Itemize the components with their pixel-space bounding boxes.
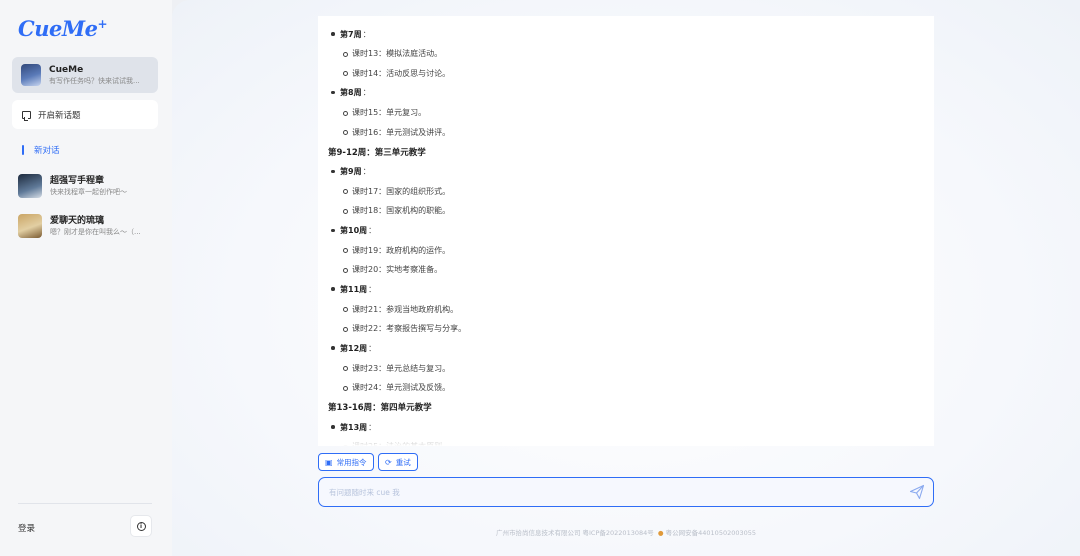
footer-police: 粤公网安备44010502003055	[665, 529, 757, 537]
row-text: 课时21：参观当地政府机构。	[352, 304, 459, 314]
active-indicator	[22, 145, 24, 155]
command-icon: ▣	[325, 457, 333, 467]
section-heading: 第13-16周：第四单元教学	[318, 400, 432, 414]
lesson-item: 课时17：国家的组织形式。	[318, 184, 450, 198]
sidebar: CueMe+ CueMe 有写作任务吗？快来试试我... 开启新话题 新对话 超…	[0, 0, 172, 556]
section-heading: 第9-12周：第三单元教学	[318, 145, 426, 159]
bot-subtitle: 嗯？刚才是你在叫我么～（...	[50, 228, 141, 236]
police-badge-icon: ●	[657, 529, 664, 537]
row-text: 课时14：活动反思与讨论。	[352, 68, 451, 78]
week-item: 第12周：	[318, 341, 376, 355]
row-colon: ：	[362, 29, 371, 39]
bot-subtitle: 快来找程章一起创作吧～	[50, 188, 127, 196]
lesson-item: 课时18：国家机构的职能。	[318, 204, 450, 218]
row-text: 第12周	[340, 343, 368, 353]
row-text: 课时18：国家机构的职能。	[352, 206, 451, 216]
row-text: 第10周	[340, 226, 368, 235]
chat-bubble-icon	[22, 110, 31, 121]
week-item: 第8周：	[318, 86, 371, 100]
sidebar-item-new-dialog[interactable]: 新对话	[22, 144, 60, 156]
logo-text: CueMe	[18, 16, 98, 41]
row-text: 课时24：单元测试及反馈。	[352, 383, 451, 393]
logo-plus: +	[97, 17, 108, 31]
row-text: 课时22：考察报告撰写与分享。	[352, 324, 467, 334]
divider	[18, 503, 152, 504]
lesson-item: 课时16：单元测试及讲评。	[318, 125, 450, 139]
message-content: 第7周：课时13：模拟法庭活动。 课时14：活动反思与讨论。 第8周：课时15：单元…	[318, 16, 934, 446]
row-colon: ：	[362, 167, 371, 177]
retry-button[interactable]: ⟳ 重试	[378, 453, 418, 471]
lesson-item: 课时14：活动反思与讨论。	[318, 66, 450, 80]
row-text: 第13-16周：第四单元教学	[328, 403, 432, 414]
lesson-item: 课时15：单元复习。	[318, 106, 426, 120]
refresh-icon: ⟳	[385, 457, 392, 467]
row-text: 第11周	[340, 284, 368, 294]
row-text: 课时19：政府机构的运作。	[352, 245, 451, 255]
row-text: 第9-12周：第三单元教学	[328, 147, 426, 158]
lesson-item: 课时22：考察报告撰写与分享。	[318, 322, 466, 336]
new-dialog-label: 新对话	[34, 146, 60, 156]
bot-name: CueMe	[49, 65, 84, 75]
scroll-fade	[318, 432, 934, 446]
info-button[interactable]: i	[130, 515, 152, 537]
row-text: 第9周	[340, 167, 362, 177]
row-text: 第13周	[340, 422, 368, 432]
row-colon: ：	[368, 284, 377, 294]
common-commands-label: 常用指令	[336, 457, 367, 467]
bot-subtitle: 有写作任务吗？快来试试我...	[49, 77, 140, 85]
sidebar-item-chat-bot[interactable]: 爱聊天的琉璃 嗯？刚才是你在叫我么～（...	[12, 211, 162, 241]
logo[interactable]: CueMe+	[18, 16, 107, 41]
lesson-item: 课时20：实地考察准备。	[318, 263, 442, 277]
avatar	[18, 214, 42, 238]
lesson-item: 课时19：政府机构的运作。	[318, 243, 450, 257]
lesson-item: 课时21：参观当地政府机构。	[318, 302, 458, 316]
row-text: 第8周	[340, 88, 362, 98]
avatar	[18, 174, 42, 198]
row-text: 课时15：单元复习。	[352, 108, 427, 118]
lesson-item: 课时23：单元总结与复习。	[318, 361, 450, 375]
bot-name: 爱聊天的琉璃	[50, 216, 105, 226]
bot-name: 超强写手程章	[50, 176, 105, 186]
message-input[interactable]	[329, 484, 889, 500]
info-icon: i	[136, 521, 146, 531]
row-text: 课时17：国家的组织形式。	[352, 186, 451, 196]
main-area: 第7周：课时13：模拟法庭活动。 课时14：活动反思与讨论。 第8周：课时15：单元…	[172, 0, 1080, 556]
week-item: 第7周：	[318, 27, 371, 41]
login-link[interactable]: 登录	[18, 522, 35, 534]
row-text: 课时13：模拟法庭活动。	[352, 49, 443, 59]
week-item: 第11周：	[318, 282, 376, 296]
new-topic-label: 开启新话题	[38, 110, 81, 121]
row-colon: ：	[368, 226, 377, 235]
row-text: 课时16：单元测试及讲评。	[352, 127, 451, 137]
lesson-item: 课时13：模拟法庭活动。	[318, 47, 442, 61]
row-text: 课时23：单元总结与复习。	[352, 363, 451, 373]
active-bot-card[interactable]: CueMe 有写作任务吗？快来试试我...	[12, 57, 158, 93]
lesson-item: 课时24：单元测试及反馈。	[318, 381, 450, 395]
row-text: 课时20：实地考察准备。	[352, 265, 443, 275]
message-input-box	[318, 477, 934, 507]
sidebar-item-writer-bot[interactable]: 超强写手程章 快来找程章一起创作吧～	[12, 171, 162, 201]
new-topic-button[interactable]: 开启新话题	[12, 100, 158, 129]
common-commands-button[interactable]: ▣ 常用指令	[318, 453, 374, 471]
footer: 广州市拾尚信息技术有限公司 粤ICP备2022013084号 ● 粤公网安备44…	[172, 527, 1080, 537]
send-icon[interactable]	[909, 484, 925, 500]
row-colon: ：	[368, 343, 377, 353]
footer-company: 广州市拾尚信息技术有限公司 粤ICP备2022013084号	[495, 529, 654, 537]
week-item: 第10周：	[318, 224, 376, 238]
retry-label: 重试	[395, 457, 411, 467]
row-text: 第7周	[340, 29, 362, 39]
row-colon: ：	[368, 422, 377, 432]
row-colon: ：	[362, 88, 371, 98]
avatar	[21, 64, 41, 86]
week-item: 第9周：	[318, 165, 371, 179]
